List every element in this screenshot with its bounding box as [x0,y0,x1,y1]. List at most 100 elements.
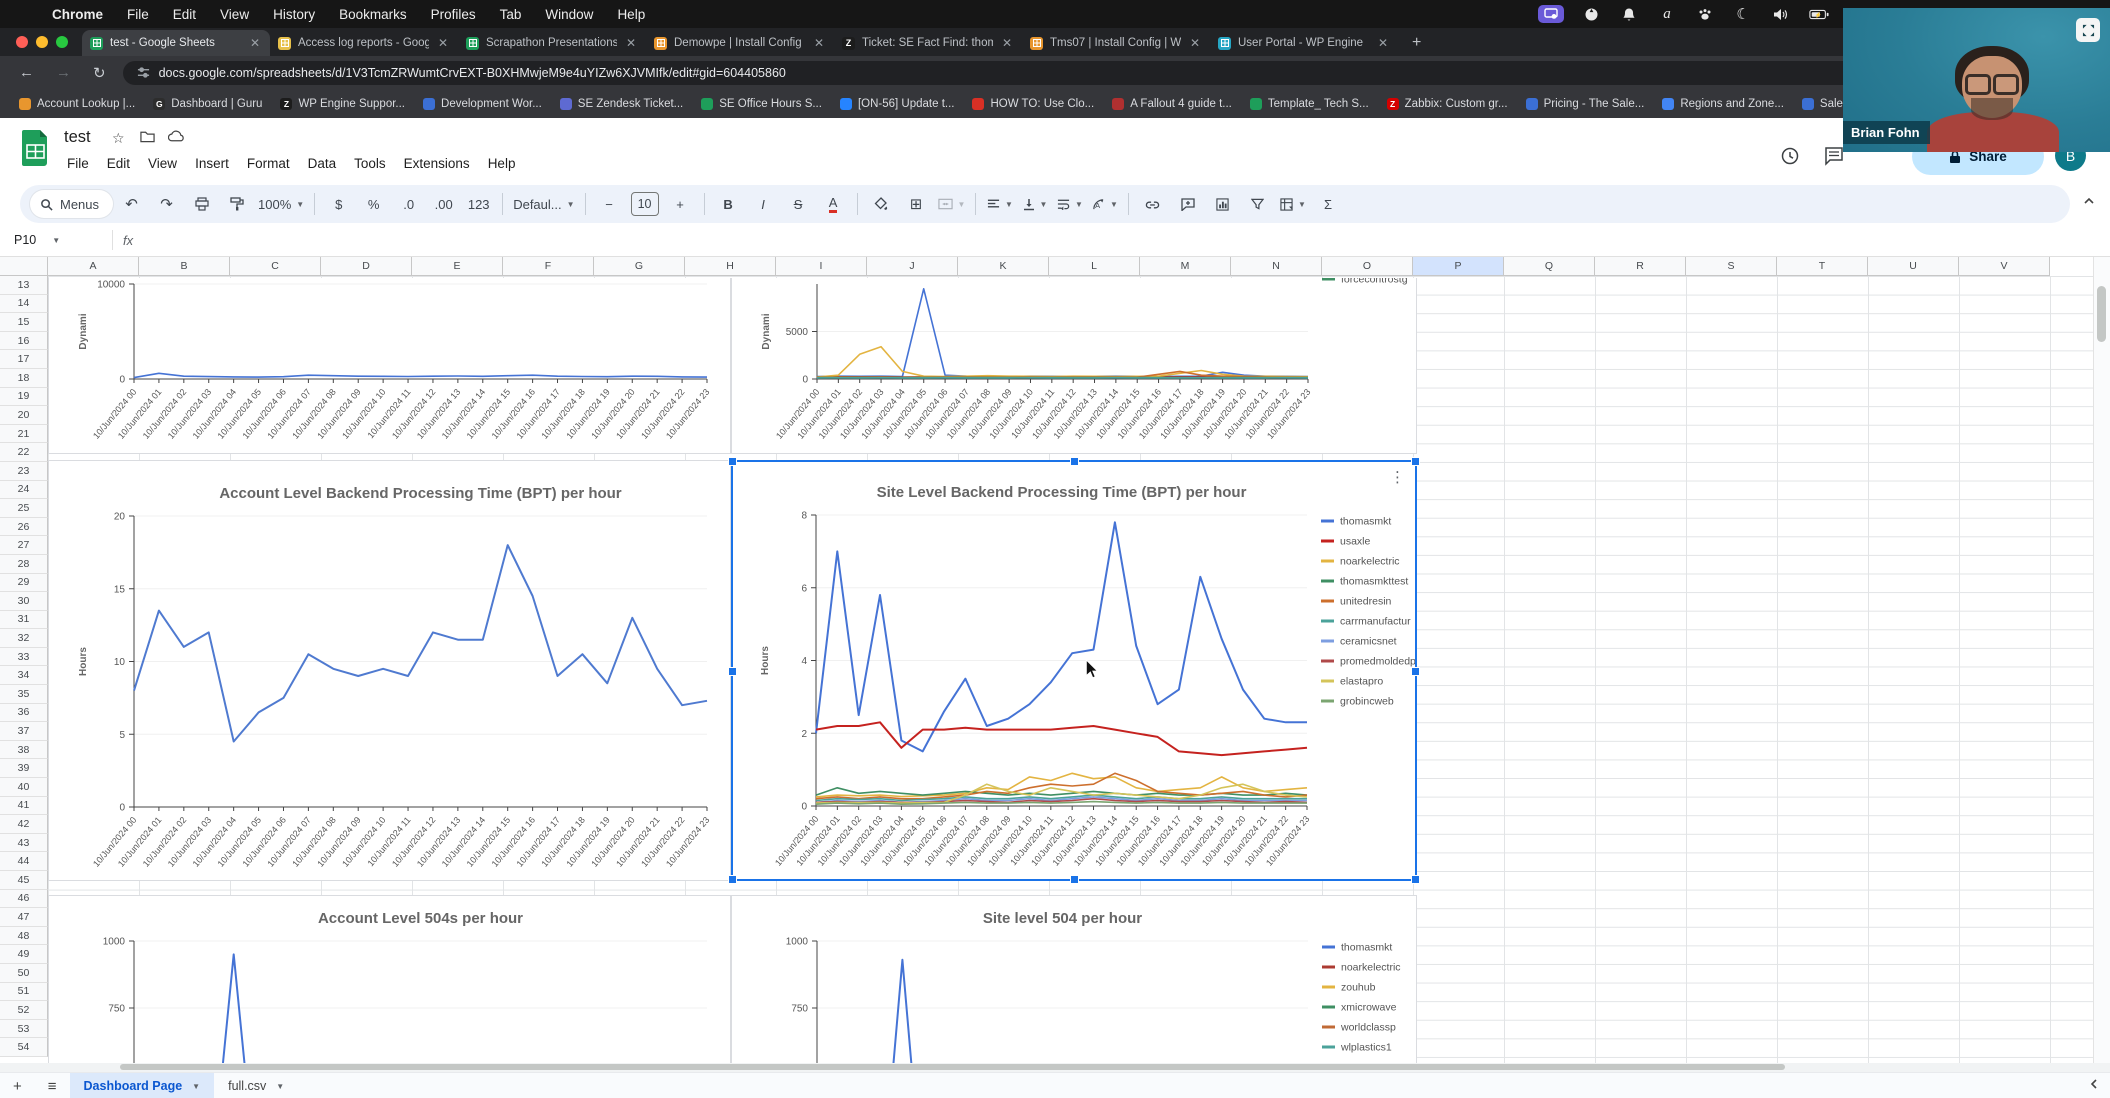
column-header-V[interactable]: V [1959,256,2050,276]
row-header-46[interactable]: 46 [0,890,48,909]
zoom-select-button[interactable]: 100%▼ [255,191,307,217]
grammarly-icon[interactable]: a [1656,5,1678,23]
menubar-item-tab[interactable]: Tab [488,7,534,22]
functions-button[interactable]: Σ [1311,191,1344,217]
chart-options-icon[interactable]: ⋮ [1390,468,1405,486]
horizontal-align-icon[interactable]: ▼ [983,191,1016,217]
row-header-24[interactable]: 24 [0,481,48,500]
row-header-22[interactable]: 22 [0,443,48,462]
row-header-37[interactable]: 37 [0,722,48,741]
sheets-logo-icon[interactable] [22,130,49,171]
bookmark-item[interactable]: HOW TO: Use Clo... [963,98,1103,110]
sheets-menu-format[interactable]: Format [238,152,299,175]
row-header-15[interactable]: 15 [0,313,48,332]
row-header-28[interactable]: 28 [0,555,48,574]
create-filter-icon[interactable] [1241,191,1274,217]
sheet-tab-dashboard-page[interactable]: Dashboard Page▼ [70,1073,215,1098]
chart-account-bpt[interactable]: 2015105010/Jun/2024 0010/Jun/2024 0110/J… [48,460,731,881]
name-box-dropdown-icon[interactable]: ▼ [52,236,60,245]
row-header-30[interactable]: 30 [0,592,48,611]
browser-tab[interactable]: ZTicket: SE Fact Find: thomas✕ [834,30,1022,56]
row-header-42[interactable]: 42 [0,815,48,834]
font-size-button[interactable]: 10 [628,191,662,217]
italic-button[interactable]: I [747,191,780,217]
bell-icon[interactable] [1618,5,1640,23]
chart-site-bpt[interactable]: 8642010/Jun/2024 0010/Jun/2024 0110/Jun/… [731,460,1417,881]
sheets-menu-help[interactable]: Help [479,152,525,175]
row-header-38[interactable]: 38 [0,741,48,760]
browser-tab[interactable]: Tms07 | Install Config | WP E✕ [1022,30,1210,56]
font-size-increase-button[interactable]: + [664,191,697,217]
column-header-P[interactable]: P [1413,256,1504,276]
row-header-35[interactable]: 35 [0,685,48,704]
vertical-scrollbar[interactable] [2093,256,2110,1063]
site-settings-icon[interactable] [137,66,150,79]
row-header-53[interactable]: 53 [0,1020,48,1039]
row-header-44[interactable]: 44 [0,852,48,871]
new-tab-button[interactable]: + [1398,30,1435,56]
close-tab-icon[interactable]: ✕ [248,36,262,50]
bookmark-item[interactable]: ZWP Engine Suppor... [271,98,414,110]
menubar-item-help[interactable]: Help [605,7,657,22]
vertical-align-icon[interactable]: ▼ [1018,191,1051,217]
scroll-sheets-left-icon[interactable] [2088,1077,2110,1095]
row-header-54[interactable]: 54 [0,1038,48,1057]
window-controls[interactable] [0,28,82,56]
sheets-menu-extensions[interactable]: Extensions [395,152,479,175]
screen-mirror-icon[interactable] [1538,5,1564,23]
column-header-G[interactable]: G [594,256,685,276]
row-header-45[interactable]: 45 [0,871,48,890]
row-header-13[interactable]: 13 [0,276,48,295]
row-header-14[interactable]: 14 [0,295,48,314]
horizontal-scrollbar-thumb[interactable] [120,1064,1785,1070]
format-currency-button[interactable]: $ [322,191,355,217]
sheet-tab-menu-icon[interactable]: ▼ [276,1082,284,1091]
vertical-scrollbar-thumb[interactable] [2097,286,2106,342]
sheet-tab-menu-icon[interactable]: ▼ [192,1082,200,1091]
format-percent-button[interactable]: % [357,191,390,217]
minimize-window-icon[interactable] [36,36,48,48]
close-window-icon[interactable] [16,36,28,48]
column-header-D[interactable]: D [321,256,412,276]
sheets-menu-insert[interactable]: Insert [186,152,238,175]
row-header-33[interactable]: 33 [0,648,48,667]
column-header-M[interactable]: M [1140,256,1231,276]
do-not-disturb-icon[interactable]: ☾ [1732,5,1754,23]
search-menus-icon[interactable]: Menus [30,190,113,218]
row-header-36[interactable]: 36 [0,704,48,723]
copilot-icon[interactable] [1694,5,1716,23]
insert-comment-icon[interactable] [1171,191,1204,217]
print-icon[interactable] [185,191,218,217]
sheet-canvas[interactable]: 10000010/Jun/2024 0010/Jun/2024 0110/Jun… [48,276,2094,1063]
battery-icon[interactable]: ⚡ [1808,5,1830,23]
close-tab-icon[interactable]: ✕ [1000,36,1014,50]
column-header-I[interactable]: I [776,256,867,276]
menubar-item-bookmarks[interactable]: Bookmarks [327,7,419,22]
close-tab-icon[interactable]: ✕ [436,36,450,50]
star-icon[interactable]: ☆ [112,130,125,147]
font-size-decrease-button[interactable]: − [593,191,626,217]
row-header-27[interactable]: 27 [0,536,48,555]
row-header-47[interactable]: 47 [0,908,48,927]
column-header-O[interactable]: O [1322,256,1413,276]
chart-dynamic-site[interactable]: 5000010/Jun/2024 0010/Jun/2024 0110/Jun/… [731,278,1417,454]
row-header-43[interactable]: 43 [0,834,48,853]
pivot-table-icon[interactable]: ▼ [1276,191,1309,217]
row-header-16[interactable]: 16 [0,332,48,351]
forward-button[interactable]: → [45,64,82,81]
all-sheets-icon[interactable]: ≡ [35,1078,70,1095]
font-select-button[interactable]: Defaul...▼ [510,191,577,217]
row-header-19[interactable]: 19 [0,388,48,407]
column-header-L[interactable]: L [1049,256,1140,276]
column-header-Q[interactable]: Q [1504,256,1595,276]
record-icon[interactable] [1580,5,1602,23]
column-header-S[interactable]: S [1686,256,1777,276]
menubar-item-edit[interactable]: Edit [161,7,208,22]
collapse-toolbar-icon[interactable] [2082,194,2096,213]
text-color-button[interactable]: A [817,191,850,217]
row-header-39[interactable]: 39 [0,759,48,778]
address-bar[interactable]: docs.google.com/spreadsheets/d/1V3TcmZRW… [123,61,2096,85]
redo-icon[interactable]: ↷ [150,191,183,217]
row-header-29[interactable]: 29 [0,574,48,593]
browser-tab[interactable]: User Portal - WP Engine✕ [1210,30,1398,56]
